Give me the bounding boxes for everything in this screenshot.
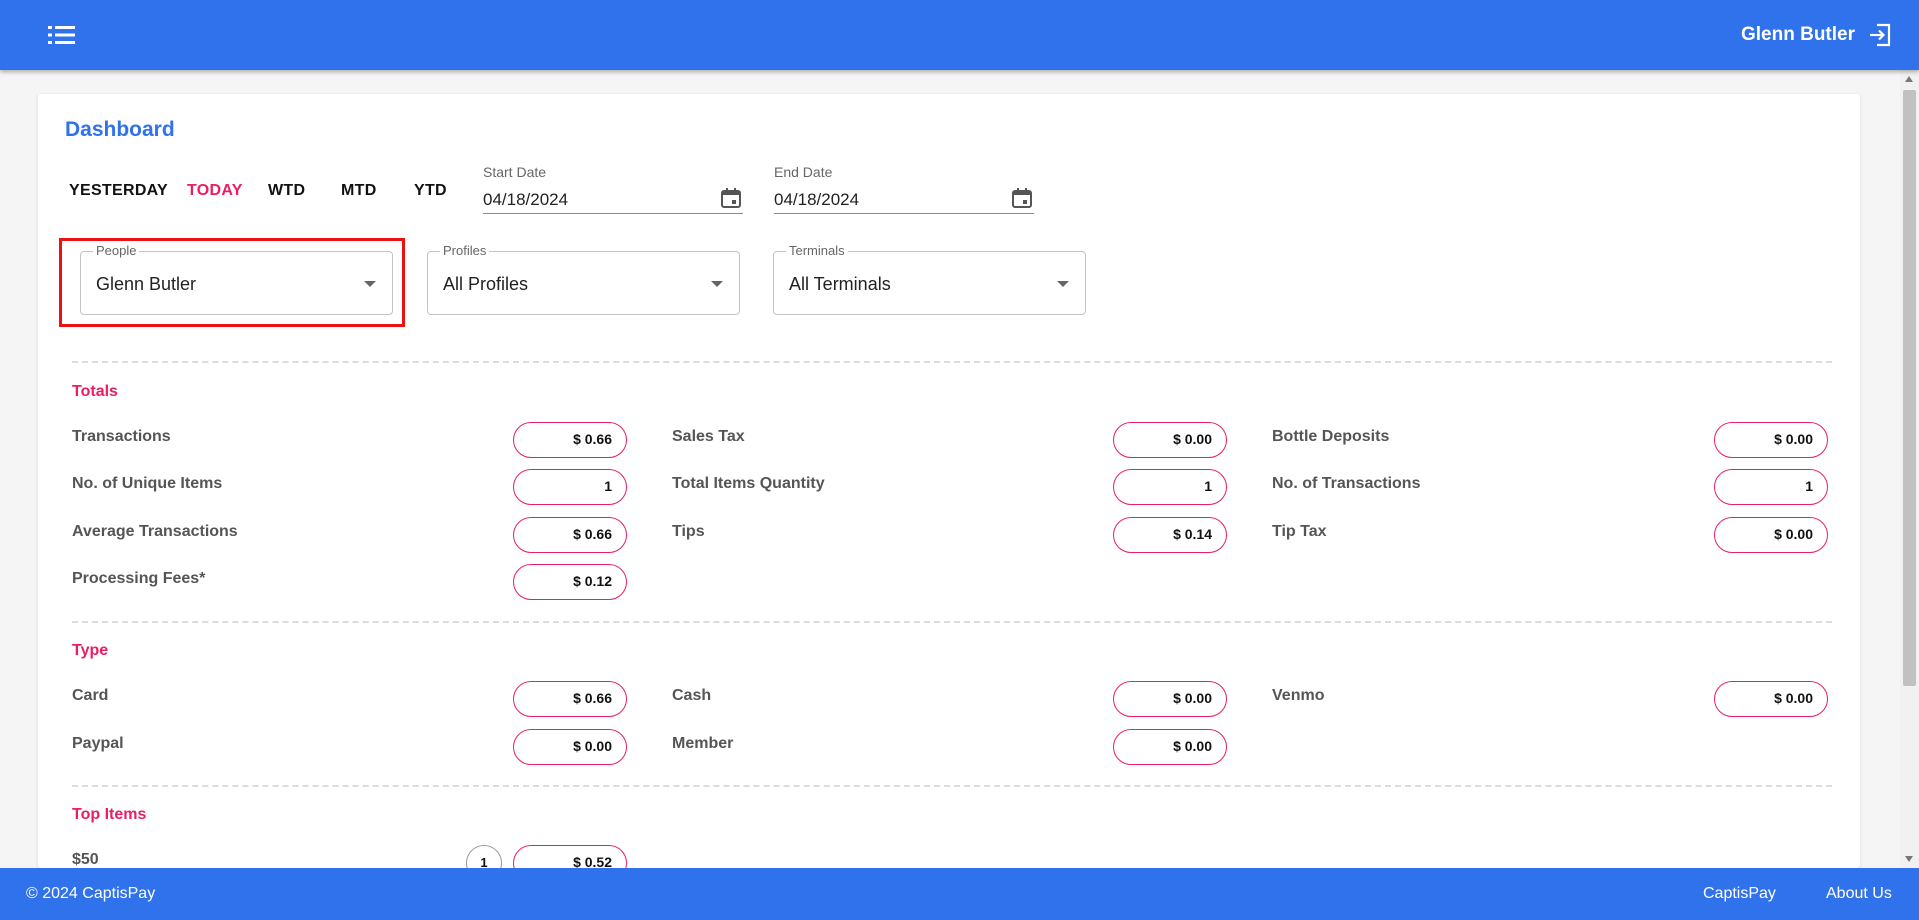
- people-select-value: Glenn Butler: [96, 274, 197, 294]
- average-transactions-value: $ 0.66: [513, 517, 627, 553]
- top-item-value: $ 0.52: [513, 845, 627, 868]
- end-date-value[interactable]: 04/18/2024: [774, 190, 859, 210]
- paypal-value: $ 0.00: [513, 729, 627, 765]
- top-items-section-title: Top Items: [72, 806, 147, 823]
- top-item-count: 1: [466, 845, 502, 868]
- sales-tax-value: $ 0.00: [1113, 422, 1227, 458]
- type-section-title: Type: [72, 642, 109, 659]
- member-value: $ 0.00: [1113, 729, 1227, 765]
- range-ytd-button[interactable]: YTD: [414, 182, 447, 200]
- terminals-select-value: All Terminals: [789, 274, 891, 294]
- scroll-up-icon[interactable]: [1905, 76, 1913, 82]
- logout-icon[interactable]: [1867, 22, 1893, 48]
- people-select-label: People: [93, 243, 140, 258]
- scroll-down-icon[interactable]: [1905, 856, 1913, 862]
- num-transactions-value: 1: [1714, 469, 1828, 505]
- sales-tax-label: Sales Tax: [672, 428, 745, 445]
- user-area: Glenn Butler: [1741, 22, 1893, 48]
- processing-fees-label: Processing Fees*: [72, 570, 206, 587]
- end-date-field[interactable]: End Date 04/18/2024: [774, 164, 1034, 214]
- start-date-value[interactable]: 04/18/2024: [483, 190, 568, 210]
- section-divider: [72, 621, 1832, 623]
- average-transactions-label: Average Transactions: [72, 523, 238, 540]
- profiles-select[interactable]: Profiles All Profiles: [427, 243, 740, 315]
- tip-tax-value: $ 0.00: [1714, 517, 1828, 553]
- scrollbar-thumb[interactable]: [1903, 90, 1916, 686]
- user-name: Glenn Butler: [1740, 24, 1855, 45]
- transactions-value: $ 0.66: [513, 422, 627, 458]
- bottle-deposits-value: $ 0.00: [1714, 422, 1828, 458]
- dropdown-arrow-icon: [1057, 281, 1069, 287]
- dropdown-arrow-icon: [364, 281, 376, 287]
- vertical-scrollbar[interactable]: [1900, 70, 1919, 868]
- terminals-select[interactable]: Terminals All Terminals: [773, 243, 1086, 315]
- card-value: $ 0.66: [513, 681, 627, 717]
- processing-fees-value: $ 0.12: [513, 564, 627, 600]
- range-today-button[interactable]: TODAY: [187, 182, 243, 200]
- totals-section-title: Totals: [72, 383, 118, 400]
- venmo-value: $ 0.00: [1714, 681, 1828, 717]
- top-app-bar: Glenn Butler: [0, 0, 1919, 70]
- range-mtd-button[interactable]: MTD: [341, 182, 377, 200]
- unique-items-label: No. of Unique Items: [72, 475, 223, 492]
- total-items-quantity-label: Total Items Quantity: [672, 475, 825, 492]
- cash-label: Cash: [672, 687, 712, 704]
- page-title: Dashboard: [65, 118, 175, 141]
- bottle-deposits-label: Bottle Deposits: [1272, 428, 1390, 445]
- footer-copyright: © 2024 CaptisPay: [26, 885, 156, 902]
- footer: © 2024 CaptisPay CaptisPay About Us: [0, 868, 1919, 920]
- dropdown-arrow-icon: [711, 281, 723, 287]
- member-label: Member: [672, 735, 734, 752]
- venmo-label: Venmo: [1272, 687, 1325, 704]
- card-label: Card: [72, 687, 109, 704]
- paypal-label: Paypal: [72, 735, 124, 752]
- end-date-label: End Date: [774, 164, 833, 180]
- start-date-field[interactable]: Start Date 04/18/2024: [483, 164, 743, 214]
- cash-value: $ 0.00: [1113, 681, 1227, 717]
- transactions-label: Transactions: [72, 428, 171, 445]
- range-yesterday-button[interactable]: YESTERDAY: [69, 182, 168, 200]
- footer-link-captispay[interactable]: CaptisPay: [1703, 885, 1776, 903]
- total-items-quantity-value: 1: [1113, 469, 1227, 505]
- start-date-label: Start Date: [483, 164, 547, 180]
- tip-tax-label: Tip Tax: [1272, 523, 1327, 540]
- profiles-select-label: Profiles: [440, 243, 490, 258]
- top-item-label: $50: [72, 851, 99, 868]
- calendar-icon[interactable]: [719, 186, 743, 210]
- terminals-select-label: Terminals: [786, 243, 848, 258]
- section-divider: [72, 785, 1832, 787]
- people-select[interactable]: People Glenn Butler: [80, 243, 393, 315]
- section-divider: [72, 361, 1832, 363]
- menu-icon[interactable]: [44, 20, 80, 50]
- num-transactions-label: No. of Transactions: [1272, 475, 1421, 492]
- tips-value: $ 0.14: [1113, 517, 1227, 553]
- tips-label: Tips: [672, 523, 705, 540]
- footer-link-about-us[interactable]: About Us: [1826, 885, 1892, 903]
- dashboard-card: Dashboard YESTERDAY TODAY WTD MTD YTD St…: [38, 94, 1860, 868]
- calendar-icon[interactable]: [1010, 186, 1034, 210]
- unique-items-value: 1: [513, 469, 627, 505]
- profiles-select-value: All Profiles: [443, 274, 529, 294]
- range-wtd-button[interactable]: WTD: [268, 182, 305, 200]
